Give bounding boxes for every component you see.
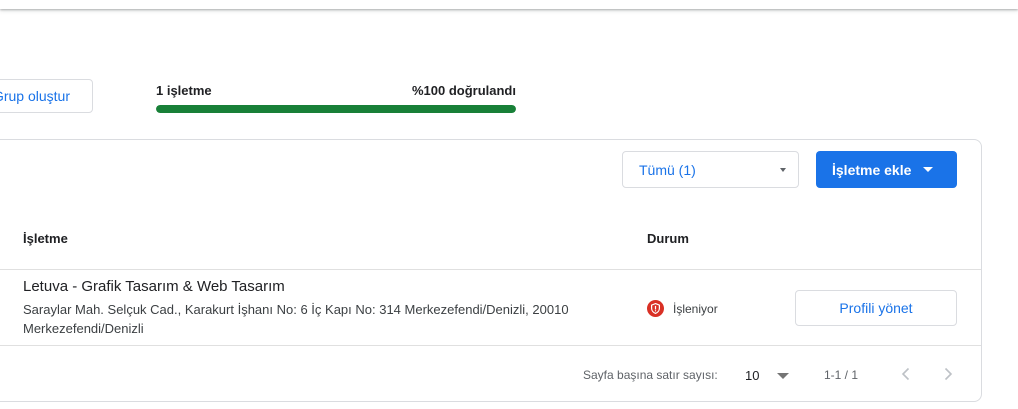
rows-per-page-value: 10	[745, 367, 760, 383]
business-address: Saraylar Mah. Selçuk Cad., Karakurt İşha…	[23, 302, 569, 336]
chevron-down-icon	[923, 167, 933, 172]
business-name: Letuva - Grafik Tasarım & Web Tasarım	[23, 278, 285, 295]
column-header-status: Durum	[647, 231, 689, 246]
verification-progress-bar	[156, 105, 516, 113]
business-list-card: Tümü (1) İşletme ekle İşletme Durum Letu…	[0, 139, 982, 402]
verification-progress-fill	[156, 105, 516, 113]
column-header-business: İşletme	[23, 231, 68, 246]
status-badge: İşleniyor	[647, 300, 718, 317]
manage-profile-button[interactable]: Profili yönet	[795, 290, 957, 326]
add-business-label: İşletme ekle	[832, 161, 912, 178]
previous-page-button[interactable]	[894, 362, 918, 386]
verified-percentage: %100 doğrulandı	[411, 83, 516, 98]
pagination-range: 1-1 / 1	[824, 368, 859, 382]
status-text: İşleniyor	[673, 301, 718, 316]
business-count: 1 işletme	[156, 83, 212, 98]
next-page-button[interactable]	[936, 362, 960, 386]
table-header-divider	[0, 269, 981, 270]
shield-alert-icon	[647, 300, 664, 317]
app-header-shadow	[0, 0, 1018, 9]
create-group-button[interactable]: Grup oluştur	[0, 79, 93, 113]
dropdown-caret-icon	[780, 168, 786, 172]
chevron-right-icon	[944, 367, 953, 381]
add-business-button[interactable]: İşletme ekle	[816, 151, 957, 188]
filter-selected-value: Tümü (1)	[639, 161, 696, 178]
chevron-left-icon	[901, 367, 910, 381]
manage-profile-label: Profili yönet	[839, 300, 913, 316]
business-filter-select[interactable]: Tümü (1)	[622, 151, 799, 188]
create-group-label: Grup oluştur	[0, 88, 70, 104]
dropdown-caret-icon	[777, 373, 789, 379]
table-footer-divider	[0, 345, 981, 346]
verification-summary: 1 işletme %100 doğrulandı	[156, 83, 516, 113]
rows-per-page-select[interactable]: 10	[745, 366, 793, 384]
rows-per-page-label: Sayfa başına satır sayısı:	[583, 368, 718, 382]
